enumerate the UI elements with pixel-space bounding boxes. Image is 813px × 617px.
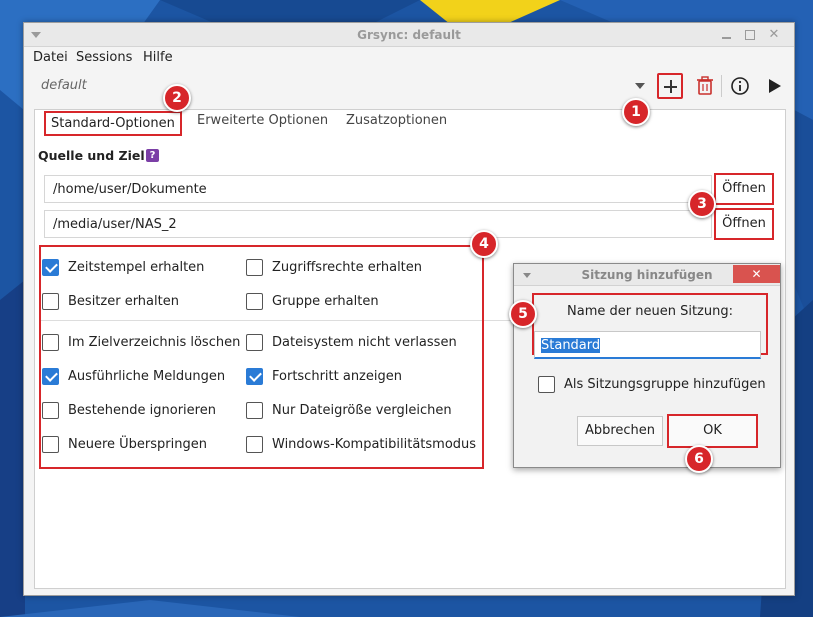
option-label: Windows-Kompatibilitätsmodus <box>272 436 477 452</box>
checkbox-box[interactable] <box>246 435 263 453</box>
callout-5: 5 <box>509 300 537 328</box>
source-dest-label: Quelle und Ziel: <box>38 148 150 163</box>
option-label: Ausführliche Meldungen <box>68 368 226 384</box>
option-label: Nur Dateigröße vergleichen <box>272 402 452 418</box>
option-label: Im Zielverzeichnis löschen <box>68 334 241 350</box>
chevron-down-icon[interactable] <box>635 83 645 89</box>
option-checkbox[interactable]: Zeitstempel erhalten <box>42 257 204 277</box>
option-checkbox[interactable]: Windows-Kompatibilitätsmodus <box>246 434 476 454</box>
open-destination-button[interactable]: Öffnen <box>714 208 774 240</box>
callout-2: 2 <box>163 84 191 112</box>
session-group-box[interactable] <box>538 376 555 393</box>
tab-erweiterte-optionen[interactable]: Erweiterte Optionen <box>197 113 328 128</box>
session-selector[interactable]: default <box>41 78 87 93</box>
session-group-label: Als Sitzungsgruppe hinzufügen <box>564 377 766 392</box>
option-checkbox[interactable]: Ausführliche Meldungen <box>42 366 225 386</box>
help-icon[interactable]: ? <box>146 149 159 162</box>
checkbox-box[interactable] <box>246 367 263 385</box>
info-icon <box>731 77 749 95</box>
option-checkbox[interactable]: Im Zielverzeichnis löschen <box>42 332 240 352</box>
checkbox-box[interactable] <box>42 258 59 276</box>
option-label: Zeitstempel erhalten <box>68 259 205 275</box>
checkbox-box[interactable] <box>42 367 59 385</box>
menu-datei[interactable]: Datei <box>33 50 68 65</box>
menu-hilfe[interactable]: Hilfe <box>143 50 173 65</box>
option-checkbox[interactable]: Besitzer erhalten <box>42 291 179 311</box>
tab-standard-optionen[interactable]: Standard-Optionen <box>44 111 182 136</box>
maximize-icon[interactable] <box>741 26 759 44</box>
trash-icon <box>697 76 713 95</box>
session-group-checkbox[interactable]: Als Sitzungsgruppe hinzufügen <box>538 376 766 393</box>
option-label: Bestehende ignorieren <box>68 402 216 418</box>
option-label: Fortschritt anzeigen <box>272 368 402 384</box>
option-checkbox[interactable]: Fortschritt anzeigen <box>246 366 402 386</box>
option-label: Zugriffsrechte erhalten <box>272 259 423 275</box>
option-label: Besitzer erhalten <box>68 293 179 309</box>
add-session-button[interactable] <box>657 73 683 99</box>
session-name-input[interactable]: Standard <box>534 331 761 359</box>
checkbox-box[interactable] <box>246 292 263 310</box>
option-label: Gruppe erhalten <box>272 293 379 309</box>
option-checkbox[interactable]: Neuere Überspringen <box>42 434 207 454</box>
info-button[interactable] <box>727 73 753 99</box>
close-icon[interactable]: ✕ <box>765 26 783 44</box>
callout-4: 4 <box>470 230 498 258</box>
window-titlebar: Grsync: default ✕ <box>24 23 794 47</box>
option-label: Neuere Überspringen <box>68 436 207 452</box>
callout-6: 6 <box>685 445 713 473</box>
checkbox-box[interactable] <box>42 435 59 453</box>
callout-1: 1 <box>622 98 650 126</box>
minimize-icon[interactable] <box>718 26 736 44</box>
option-checkbox[interactable]: Bestehende ignorieren <box>42 400 216 420</box>
option-checkbox[interactable]: Gruppe erhalten <box>246 291 379 311</box>
run-button[interactable] <box>761 73 787 99</box>
checkbox-box[interactable] <box>246 258 263 276</box>
dialog-titlebar: Sitzung hinzufügen ✕ <box>514 264 780 286</box>
checkbox-box[interactable] <box>42 333 59 351</box>
option-checkbox[interactable]: Dateisystem nicht verlassen <box>246 332 457 352</box>
cancel-button[interactable]: Abbrechen <box>577 416 663 446</box>
option-checkbox[interactable]: Nur Dateigröße vergleichen <box>246 400 452 420</box>
session-name-value: Standard <box>541 338 601 353</box>
ok-button[interactable]: OK <box>667 414 758 448</box>
checkbox-box[interactable] <box>246 333 263 351</box>
window-title: Grsync: default <box>357 28 461 42</box>
source-path-field[interactable]: /home/user/Dokumente <box>44 175 712 203</box>
option-checkbox[interactable]: Zugriffsrechte erhalten <box>246 257 422 277</box>
callout-3: 3 <box>688 190 716 218</box>
add-session-dialog: Sitzung hinzufügen ✕ Name der neuen Sitz… <box>513 263 781 468</box>
tab-zusatzoptionen[interactable]: Zusatzoptionen <box>346 113 447 128</box>
delete-session-button[interactable] <box>692 73 718 99</box>
session-name-label: Name der neuen Sitzung: <box>567 304 733 319</box>
toolbar-separator <box>721 75 722 97</box>
play-icon <box>769 79 781 93</box>
option-label: Dateisystem nicht verlassen <box>272 334 457 350</box>
checkbox-box[interactable] <box>42 292 59 310</box>
destination-path-field[interactable]: /media/user/NAS_2 <box>44 210 712 238</box>
menubar: Datei Sessions Hilfe <box>24 48 794 68</box>
checkbox-box[interactable] <box>246 401 263 419</box>
menu-sessions[interactable]: Sessions <box>76 50 132 65</box>
open-source-button[interactable]: Öffnen <box>714 173 774 205</box>
checkbox-box[interactable] <box>42 401 59 419</box>
dialog-close-icon[interactable]: ✕ <box>733 265 780 283</box>
